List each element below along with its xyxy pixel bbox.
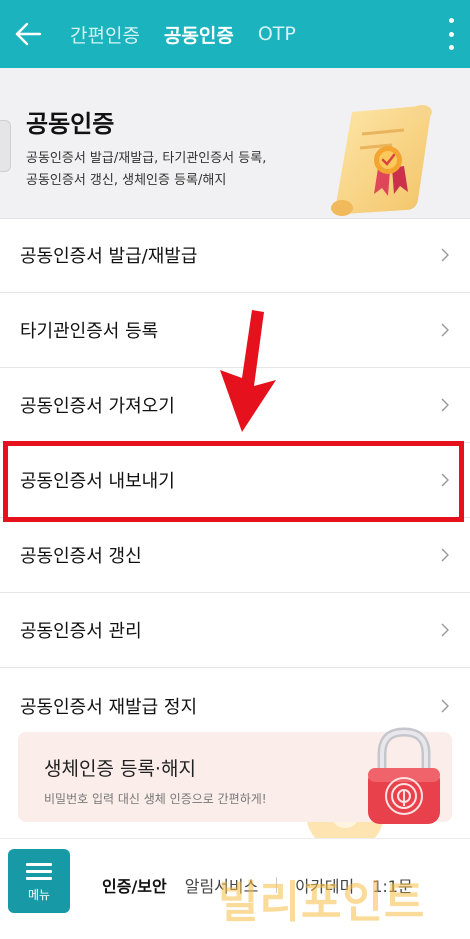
page-description-line-2: 공동인증서 갱신, 생체인증 등록/해지	[26, 173, 227, 188]
menu-item-label: 공동인증서 발급/재발급	[20, 246, 198, 267]
hero-section: 공동인증 공동인증서 발급/재발급, 타기관인증서 등록, 공동인증서 갱신, …	[0, 68, 470, 219]
tab-joint-certificate[interactable]: 공동인증	[164, 21, 234, 48]
certificate-scroll-icon	[331, 105, 432, 216]
back-button[interactable]	[0, 0, 56, 68]
menu-button-label: 메뉴	[27, 888, 51, 902]
menu-item-label: 공동인증서 내보내기	[20, 471, 175, 492]
page-description-line-1: 공동인증서 발급/재발급, 타기관인증서 등록,	[26, 151, 267, 166]
top-bar: 간편인증 공동인증 OTP	[0, 0, 470, 68]
fingerprint-lock-icon	[368, 727, 440, 824]
auth-tabs: 간편인증 공동인증 OTP	[70, 21, 320, 48]
bottom-tab-auth-security[interactable]: 인증/보안	[102, 873, 167, 897]
page-title: 공동인증	[26, 110, 115, 138]
certificate-menu-list: 공동인증서 발급/재발급 타기관인증서 등록 공동인증서 가져오기 공동인증서 …	[0, 218, 470, 743]
watermark: 빌리포인트	[218, 877, 426, 928]
menu-button[interactable]: 메뉴	[8, 849, 70, 913]
menu-item-manage[interactable]: 공동인증서 관리	[0, 593, 470, 668]
menu-item-label: 공동인증서 가져오기	[20, 396, 175, 417]
arrow-left-icon	[15, 22, 42, 46]
tab-otp[interactable]: OTP	[258, 23, 296, 45]
menu-item-renew[interactable]: 공동인증서 갱신	[0, 518, 470, 593]
arrow-down-icon	[220, 310, 276, 432]
menu-item-label: 타기관인증서 등록	[20, 321, 159, 342]
chevron-right-icon	[441, 248, 449, 262]
menu-item-label: 공동인증서 갱신	[20, 546, 142, 567]
chevron-right-icon	[441, 699, 449, 712]
chevron-right-icon	[441, 623, 449, 637]
tab-simple-auth[interactable]: 간편인증	[70, 21, 140, 48]
menu-item-label: 공동인증서 재발급 정지	[20, 696, 198, 718]
page-description: 공동인증서 발급/재발급, 타기관인증서 등록, 공동인증서 갱신, 생체인증 …	[26, 148, 326, 192]
chevron-right-icon	[441, 323, 449, 337]
more-vertical-icon[interactable]	[438, 14, 464, 54]
menu-item-export[interactable]: 공동인증서 내보내기	[0, 443, 470, 518]
menu-item-label: 공동인증서 관리	[20, 621, 142, 642]
chevron-right-icon	[441, 398, 449, 412]
chevron-right-icon	[441, 473, 449, 487]
banner-title: 생체인증 등록·해지	[44, 758, 196, 780]
hamburger-icon	[26, 859, 52, 884]
menu-item-issue-reissue[interactable]: 공동인증서 발급/재발급	[0, 218, 470, 293]
side-handle[interactable]	[0, 120, 11, 172]
biometric-banner[interactable]: 생체인증 등록·해지 비밀번호 입력 대신 생체 인증으로 간편하게!	[18, 727, 452, 824]
chevron-right-icon	[441, 548, 449, 562]
banner-description: 비밀번호 입력 대신 생체 인증으로 간편하게!	[44, 792, 267, 806]
